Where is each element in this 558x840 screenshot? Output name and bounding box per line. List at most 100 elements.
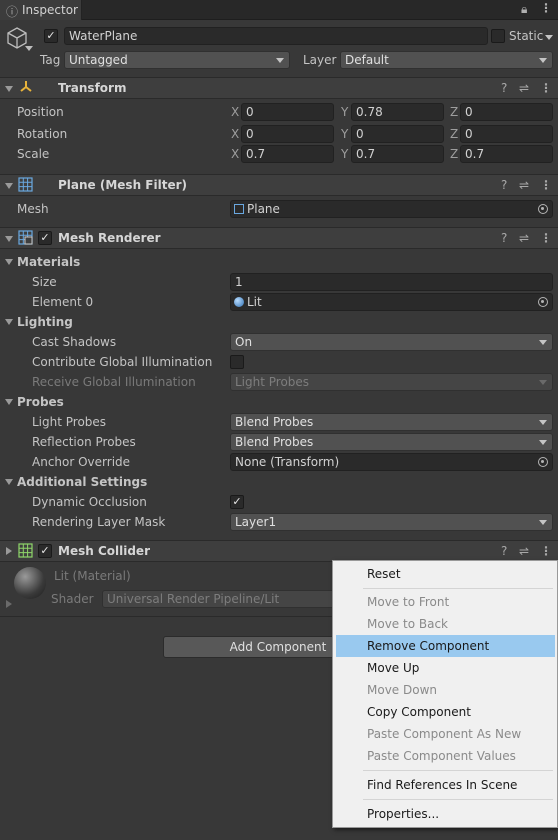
light-probes-dropdown[interactable]: Blend Probes xyxy=(230,413,553,431)
scale-z-field[interactable]: 0.7 xyxy=(460,145,553,163)
rotation-x-field[interactable]: 0 xyxy=(241,125,334,143)
layer-label: Layer xyxy=(303,53,337,67)
presets-icon[interactable]: ⇌ xyxy=(519,178,529,192)
kebab-menu-icon[interactable]: ⋮ xyxy=(540,1,552,15)
axis-x-label: X xyxy=(231,127,240,141)
axis-y-label: Y xyxy=(341,105,349,119)
mesh-object-field[interactable]: Plane xyxy=(230,200,553,218)
foldout-icon[interactable] xyxy=(5,86,13,92)
cast-shadows-label: Cast Shadows xyxy=(32,335,117,349)
reflection-probes-value: Blend Probes xyxy=(235,435,314,449)
mesh-filter-header[interactable]: Plane (Mesh Filter) ? ⇌ ⋮ xyxy=(0,174,558,196)
cast-shadows-dropdown[interactable]: On xyxy=(230,333,553,351)
kebab-menu-icon[interactable]: ⋮ xyxy=(540,231,552,245)
active-checkbox[interactable]: ✓ xyxy=(44,29,58,43)
object-picker-icon[interactable] xyxy=(538,204,548,214)
menu-separator xyxy=(363,799,553,800)
position-z-field[interactable]: 0 xyxy=(460,103,553,121)
mesh-renderer-header[interactable]: ✓ Mesh Renderer ? ⇌ ⋮ xyxy=(0,227,558,249)
kebab-menu-icon[interactable]: ⋮ xyxy=(540,178,552,192)
size-label: Size xyxy=(32,275,57,289)
object-picker-icon[interactable] xyxy=(538,297,548,307)
reflection-probes-dropdown[interactable]: Blend Probes xyxy=(230,433,553,451)
materials-section-label[interactable]: Materials xyxy=(17,255,80,269)
rendering-layer-dropdown[interactable]: Layer1 xyxy=(230,513,553,531)
lock-icon[interactable]: 🔒︎ xyxy=(521,2,527,17)
lighting-section-label[interactable]: Lighting xyxy=(17,315,73,329)
chevron-down-icon xyxy=(539,520,547,525)
rotation-y-field[interactable]: 0 xyxy=(351,125,444,143)
menu-item-copy-component[interactable]: Copy Component xyxy=(336,701,555,723)
rendering-layer-value: Layer1 xyxy=(235,515,277,529)
foldout-icon[interactable] xyxy=(6,547,12,555)
menu-item-find-references[interactable]: Find References In Scene xyxy=(336,774,555,796)
transform-icon xyxy=(18,79,34,95)
chevron-down-icon xyxy=(276,58,284,63)
chevron-down-icon xyxy=(539,380,547,385)
contribute-gi-checkbox[interactable] xyxy=(230,355,244,369)
foldout-icon[interactable] xyxy=(5,236,13,242)
axis-y-label: Y xyxy=(341,147,349,161)
tab-inspector[interactable]: ⓘ Inspector xyxy=(0,0,82,20)
scale-y-field[interactable]: 0.7 xyxy=(351,145,444,163)
transform-title: Transform xyxy=(58,81,127,95)
icon-dropdown-arrow[interactable] xyxy=(25,46,33,51)
tag-dropdown[interactable]: Untagged xyxy=(64,51,290,69)
element0-object-field[interactable]: Lit xyxy=(230,293,553,311)
static-label: Static xyxy=(509,29,544,43)
shader-dropdown: Universal Render Pipeline/Lit xyxy=(102,590,342,608)
scale-label: Scale xyxy=(17,147,50,161)
material-name: Lit (Material) xyxy=(54,569,131,583)
chevron-down-icon xyxy=(539,440,547,445)
material-preview-sphere xyxy=(14,567,46,599)
static-dropdown-arrow[interactable] xyxy=(545,35,553,40)
mesh-filter-title: Plane (Mesh Filter) xyxy=(58,178,187,192)
object-name-field[interactable]: WaterPlane xyxy=(64,27,488,45)
help-icon[interactable]: ? xyxy=(501,544,507,558)
layer-dropdown[interactable]: Default xyxy=(340,51,553,69)
kebab-menu-icon[interactable]: ⋮ xyxy=(540,544,552,558)
rotation-z-field[interactable]: 0 xyxy=(460,125,553,143)
probes-section-label[interactable]: Probes xyxy=(17,395,64,409)
help-icon[interactable]: ? xyxy=(501,178,507,192)
menu-item-move-down: Move Down xyxy=(367,683,437,697)
additional-settings-label[interactable]: Additional Settings xyxy=(17,475,147,489)
tab-label: Inspector xyxy=(22,3,78,17)
axis-z-label: Z xyxy=(450,127,459,141)
kebab-menu-icon[interactable]: ⋮ xyxy=(540,81,552,95)
menu-item-paste-component-values: Paste Component Values xyxy=(367,749,516,763)
help-icon[interactable]: ? xyxy=(501,81,507,95)
foldout-icon[interactable] xyxy=(5,319,13,325)
foldout-icon[interactable] xyxy=(5,479,13,485)
menu-item-move-up[interactable]: Move Up xyxy=(336,657,555,679)
menu-item-properties[interactable]: Properties... xyxy=(336,803,555,825)
scale-x-field[interactable]: 0.7 xyxy=(241,145,334,163)
foldout-icon[interactable] xyxy=(5,259,13,265)
mesh-renderer-enabled-checkbox[interactable]: ✓ xyxy=(38,231,52,245)
element0-value: Lit xyxy=(247,295,262,309)
mesh-filter-icon xyxy=(18,177,33,192)
foldout-icon[interactable] xyxy=(5,399,13,405)
dynamic-occlusion-checkbox[interactable]: ✓ xyxy=(230,495,244,509)
position-y-field[interactable]: 0.78 xyxy=(351,103,444,121)
help-icon[interactable]: ? xyxy=(501,231,507,245)
presets-icon[interactable]: ⇌ xyxy=(519,231,529,245)
foldout-icon[interactable] xyxy=(5,183,13,189)
size-field[interactable]: 1 xyxy=(230,273,553,291)
presets-icon[interactable]: ⇌ xyxy=(519,81,529,95)
mesh-collider-header[interactable]: ✓ Mesh Collider ? ⇌ ⋮ xyxy=(0,540,558,562)
presets-icon[interactable]: ⇌ xyxy=(519,544,529,558)
mesh-collider-enabled-checkbox[interactable]: ✓ xyxy=(38,544,52,558)
menu-item-remove-component[interactable]: Remove Component xyxy=(336,635,555,657)
menu-item-reset[interactable]: Reset xyxy=(336,563,555,585)
object-picker-icon[interactable] xyxy=(538,457,548,467)
anchor-override-field[interactable]: None (Transform) xyxy=(230,453,553,471)
foldout-icon[interactable] xyxy=(6,600,12,608)
menu-item-move-to-back: Move to Back xyxy=(367,617,448,631)
info-icon: ⓘ xyxy=(6,5,19,19)
static-checkbox[interactable] xyxy=(491,29,505,43)
rotation-label: Rotation xyxy=(17,127,68,141)
transform-header[interactable]: Transform ? ⇌ ⋮ xyxy=(0,77,558,99)
position-x-field[interactable]: 0 xyxy=(241,103,334,121)
light-probes-label: Light Probes xyxy=(32,415,107,429)
